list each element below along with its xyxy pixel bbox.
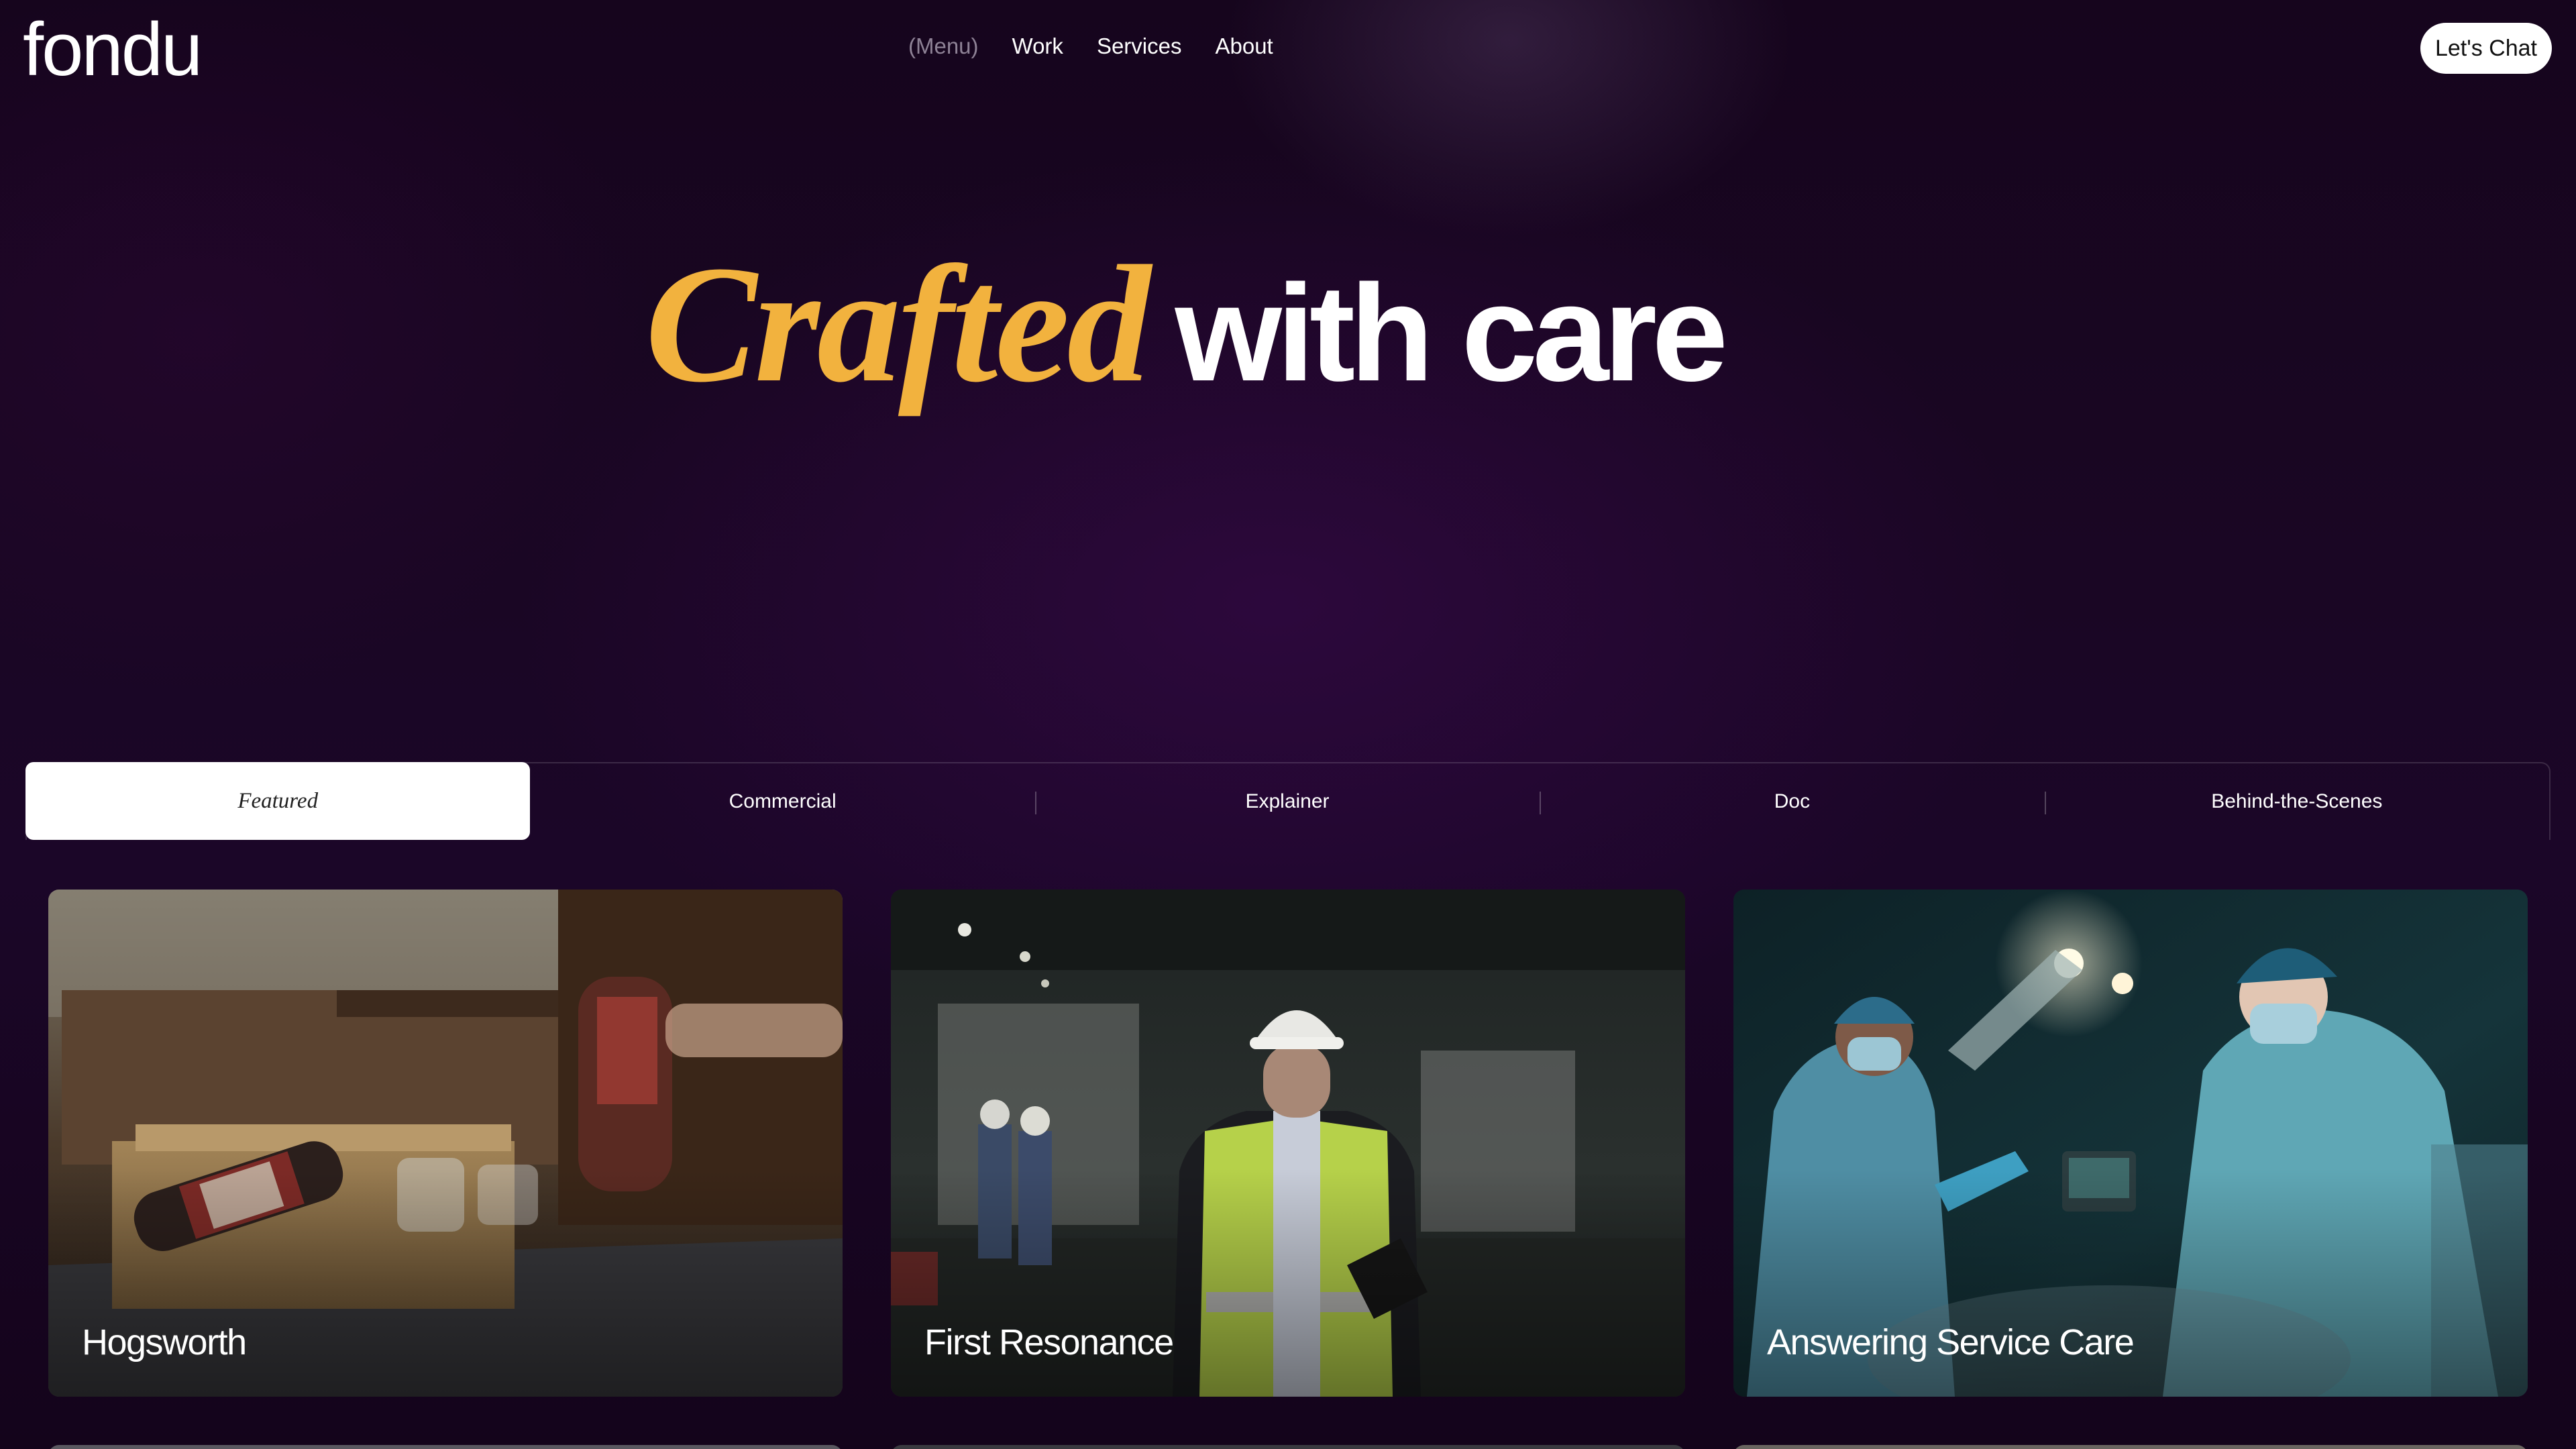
fondu-logo[interactable]: fondu	[23, 12, 203, 87]
project-title: Answering Service Care	[1767, 1322, 2135, 1362]
card-shade	[1733, 890, 2528, 1397]
project-card-first-resonance[interactable]: First Resonance	[891, 890, 1685, 1397]
project-card-hogsworth[interactable]: Hogsworth	[48, 890, 843, 1397]
tab-commercial[interactable]: Commercial	[530, 763, 1034, 840]
project-card-peek[interactable]	[48, 1445, 843, 1449]
hero-heading-rest: with care	[1175, 256, 1729, 410]
lets-chat-button[interactable]: Let's Chat	[2420, 23, 2552, 74]
tab-featured[interactable]: Featured	[25, 762, 531, 840]
hero-accent-word: Crafted	[645, 231, 1151, 417]
nav-link-services[interactable]: Services	[1097, 30, 1182, 63]
card-shade	[891, 890, 1685, 1397]
project-card-answering-service-care[interactable]: Answering Service Care	[1733, 890, 2528, 1397]
tab-divider	[1034, 792, 1036, 814]
project-card-peek[interactable]	[891, 1445, 1685, 1449]
project-card-peek[interactable]	[1733, 1445, 2528, 1449]
tab-behind-the-scenes[interactable]: Behind-the-Scenes	[2044, 763, 2549, 840]
tab-label-behind-the-scenes: Behind-the-Scenes	[2211, 790, 2383, 812]
project-grid: Hogsworth First Resonance Answering Serv…	[48, 890, 2528, 1397]
nav-link-work[interactable]: Work	[1012, 30, 1063, 63]
tab-doc[interactable]: Doc	[1540, 763, 2044, 840]
hero-heading: Crafted with care	[0, 228, 2576, 421]
tab-label-explainer: Explainer	[1245, 790, 1330, 812]
tab-divider	[2044, 792, 2046, 814]
page: fondu (Menu) Work Services About Let's C…	[0, 0, 2576, 1449]
tab-explainer[interactable]: Explainer	[1034, 763, 1540, 840]
tab-label-doc: Doc	[1774, 790, 1811, 812]
project-title: Hogsworth	[82, 1322, 247, 1362]
nav-menu-button[interactable]: (Menu)	[908, 30, 979, 63]
tab-divider	[1540, 792, 1542, 814]
project-title: First Resonance	[924, 1322, 1174, 1362]
nav-link-about[interactable]: About	[1215, 30, 1273, 63]
card-shade	[48, 890, 843, 1397]
category-tabs: Featured Commercial Explainer Doc Behind…	[25, 762, 2551, 840]
main-nav: (Menu) Work Services About	[908, 30, 1273, 63]
tab-label-commercial: Commercial	[729, 790, 837, 812]
